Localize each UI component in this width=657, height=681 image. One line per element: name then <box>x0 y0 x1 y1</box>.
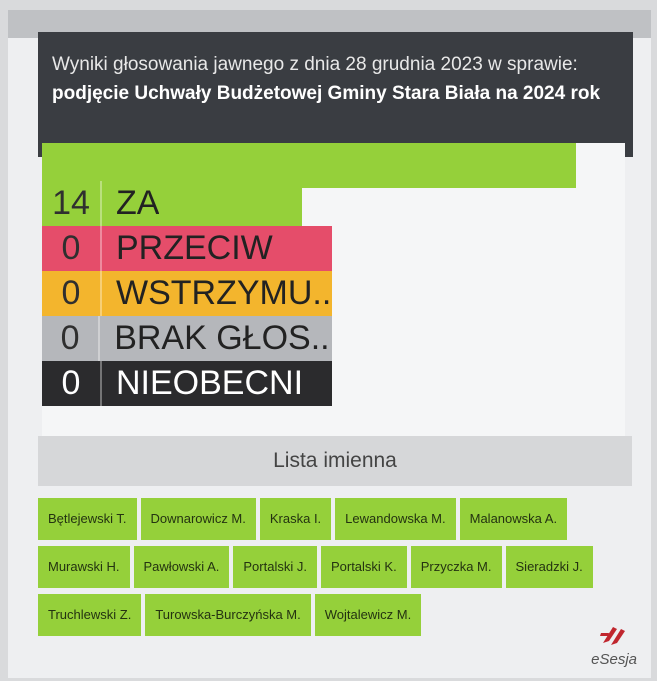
result-label-wstrzymujacy: WSTRZYMU.. <box>116 274 332 312</box>
header-subject: podjęcie Uchwały Budżetowej Gminy Stara … <box>52 83 601 104</box>
result-row-przeciw: 0 PRZECIW <box>42 226 332 271</box>
name-chip: Malanowska A. <box>459 498 568 540</box>
name-chip: Portalski K. <box>320 546 407 588</box>
result-label-przeciw: PRZECIW <box>116 229 273 267</box>
name-chip: Downarowicz M. <box>140 498 256 540</box>
name-chip: Murawski H. <box>38 546 130 588</box>
name-chip: Portalski J. <box>233 546 317 588</box>
results-rows: 14 ZA 0 PRZECIW 0 WSTRZYMU.. 0 BRAK GŁOS… <box>42 181 332 406</box>
name-chip: Truchlewski Z. <box>38 594 142 636</box>
result-label-za: ZA <box>116 184 160 222</box>
name-chip: Sieradzki J. <box>505 546 593 588</box>
result-count-za: 14 <box>42 181 102 226</box>
name-chip: Wojtalewicz M. <box>314 594 422 636</box>
vote-header: Wyniki głosowania jawnego z dnia 28 grud… <box>38 32 633 157</box>
result-row-brak-glosu: 0 BRAK GŁOS... <box>42 316 332 361</box>
result-row-wstrzymujacy: 0 WSTRZYMU.. <box>42 271 332 316</box>
name-list-header: Lista imienna <box>38 436 632 486</box>
name-list: Bętlejewski T. Downarowicz M. Kraska I. … <box>38 498 628 636</box>
header-prefix: Wyniki głosowania jawnego z dnia 28 grud… <box>52 54 578 75</box>
result-row-za: 14 ZA <box>42 181 302 226</box>
result-count-brak-glosu: 0 <box>42 316 101 361</box>
results-panel: 14 ZA 0 PRZECIW 0 WSTRZYMU.. 0 BRAK GŁOS… <box>42 143 625 443</box>
result-row-nieobecni: 0 NIEOBECNI <box>42 361 332 406</box>
result-count-nieobecni: 0 <box>42 361 102 406</box>
esesja-logo-icon <box>591 623 637 651</box>
name-chip: Lewandowska M. <box>335 498 456 540</box>
voting-screen: Wyniki głosowania jawnego z dnia 28 grud… <box>8 10 651 678</box>
name-chip: Przyczka M. <box>410 546 502 588</box>
result-count-przeciw: 0 <box>42 226 102 271</box>
name-chip: Turowska-Burczyńska M. <box>145 594 311 636</box>
result-count-wstrzymujacy: 0 <box>42 271 102 316</box>
esesja-logo: eSesja <box>591 623 637 668</box>
name-chip: Pawłowski A. <box>133 546 230 588</box>
name-chip: Bętlejewski T. <box>38 498 137 540</box>
result-label-brak-glosu: BRAK GŁOS... <box>114 319 332 357</box>
name-chip: Kraska I. <box>259 498 332 540</box>
esesja-logo-text: eSesja <box>591 651 637 668</box>
result-label-nieobecni: NIEOBECNI <box>116 364 304 402</box>
